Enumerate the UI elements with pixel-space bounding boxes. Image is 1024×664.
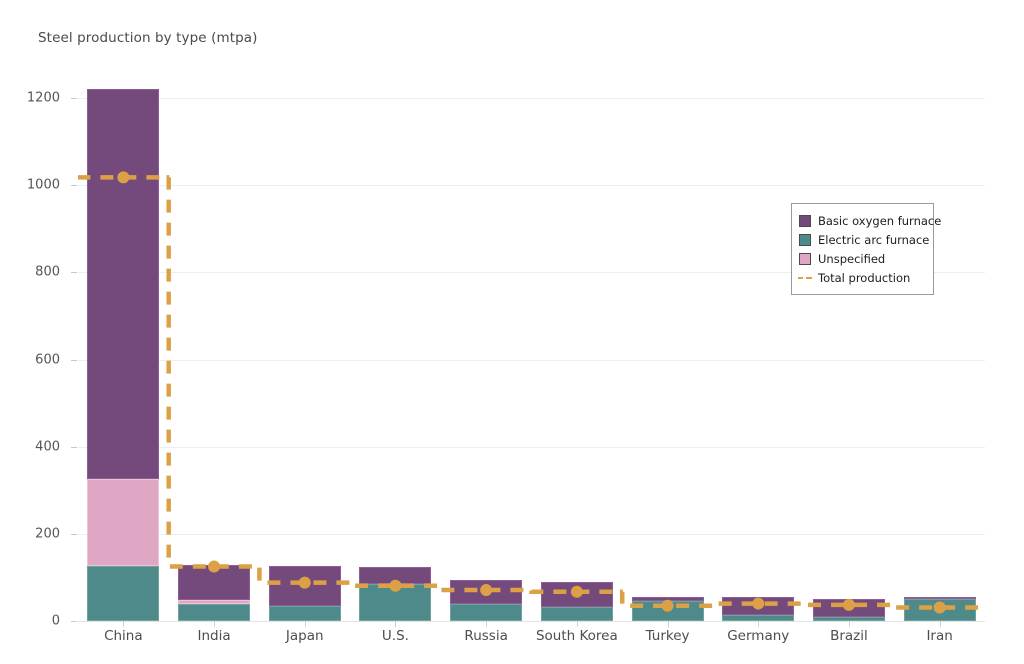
x-axis-tick-label: Russia xyxy=(464,628,508,644)
x-axis-tick-labels: China India Japan U.S. Russia South Korea Turk… xyxy=(78,628,985,654)
y-axis-tick-label: 0 xyxy=(51,613,60,629)
x-axis-tick-mark xyxy=(667,621,669,627)
legend-label: Electric arc furnace xyxy=(818,232,930,247)
legend-item-electric-arc-furnace[interactable]: Electric arc furnace xyxy=(799,230,929,249)
x-axis-tick-mark xyxy=(486,621,488,627)
y-axis-tick-label: 400 xyxy=(35,439,60,455)
x-axis-tick-label: Turkey xyxy=(645,628,690,644)
legend-label: Basic oxygen furnace xyxy=(818,213,942,228)
y-axis-tick-label: 800 xyxy=(35,264,60,280)
x-axis-tick-mark xyxy=(304,621,306,627)
x-axis-tick-mark xyxy=(123,621,125,627)
total-production-marker[interactable] xyxy=(661,599,674,612)
x-axis-tick-mark xyxy=(576,621,578,627)
total-production-line-layer xyxy=(78,171,985,614)
x-axis-tick-label: South Korea xyxy=(535,628,618,644)
legend-item-unspecified[interactable]: Unspecified xyxy=(799,249,925,268)
total-production-marker[interactable] xyxy=(389,579,402,592)
total-production-marker[interactable] xyxy=(117,171,130,184)
plot-area xyxy=(78,60,985,622)
y-axis-tick-label: 200 xyxy=(35,526,60,542)
y-axis-tick-mark xyxy=(71,98,77,99)
x-axis-tick-label: India xyxy=(197,628,231,644)
x-axis-tick-label: Iran xyxy=(926,628,953,644)
bof-swatch-icon xyxy=(799,214,811,227)
y-axis-tick-label: 600 xyxy=(35,352,60,367)
legend-label: Unspecified xyxy=(818,251,886,266)
x-axis-tick-label: Brazil xyxy=(830,628,868,644)
total-production-marker[interactable] xyxy=(933,601,946,614)
x-axis-tick-mark xyxy=(848,621,850,627)
y-axis-tick-mark xyxy=(71,185,77,187)
y-axis-tick-mark xyxy=(71,446,77,448)
legend-item-total-production[interactable]: Total production xyxy=(798,268,925,287)
y-axis-tick-labels: 0 200 400 600 800 1000 1200 xyxy=(0,60,68,629)
y-axis-tick-mark xyxy=(71,621,77,622)
chart-title: Steel production by type (mtpa) xyxy=(38,30,258,46)
legend-item-basic-oxygen-furnace[interactable]: Basic oxygen furnace xyxy=(799,211,941,230)
x-axis-tick-label: Japan xyxy=(285,628,324,644)
y-axis-tick-mark xyxy=(71,533,77,535)
x-axis-tick-label: U.S. xyxy=(381,628,409,644)
y-axis-tick-mark xyxy=(71,359,77,361)
eaf-swatch-icon xyxy=(799,233,811,246)
total-production-marker[interactable] xyxy=(752,597,765,610)
chart-legend: Basic oxygen furnace Electric arc furnac… xyxy=(791,203,941,295)
y-axis-tick-mark xyxy=(71,272,77,274)
y-axis-tick-label: 1000 xyxy=(26,177,60,193)
total-production-marker[interactable] xyxy=(480,584,493,597)
y-axis-tick-label: 1200 xyxy=(26,90,60,106)
total-production-marker[interactable] xyxy=(298,576,311,589)
unspecified-swatch-icon xyxy=(799,252,811,265)
x-axis-tick-mark xyxy=(758,621,760,627)
dashed-line-icon xyxy=(798,272,812,284)
x-axis-tick-label: Germany xyxy=(727,628,790,644)
x-axis-tick-mark xyxy=(939,621,941,627)
x-axis-tick-mark xyxy=(395,621,397,627)
total-production-marker[interactable] xyxy=(842,598,855,611)
total-production-marker[interactable] xyxy=(208,560,221,573)
total-production-marker[interactable] xyxy=(570,585,583,598)
legend-label: Total production xyxy=(818,270,911,285)
chart-container: Steel production by type (mtpa) 0 200 400 6… xyxy=(0,0,1024,664)
x-axis-tick-mark xyxy=(214,621,216,627)
x-axis-tick-label: China xyxy=(104,628,143,644)
